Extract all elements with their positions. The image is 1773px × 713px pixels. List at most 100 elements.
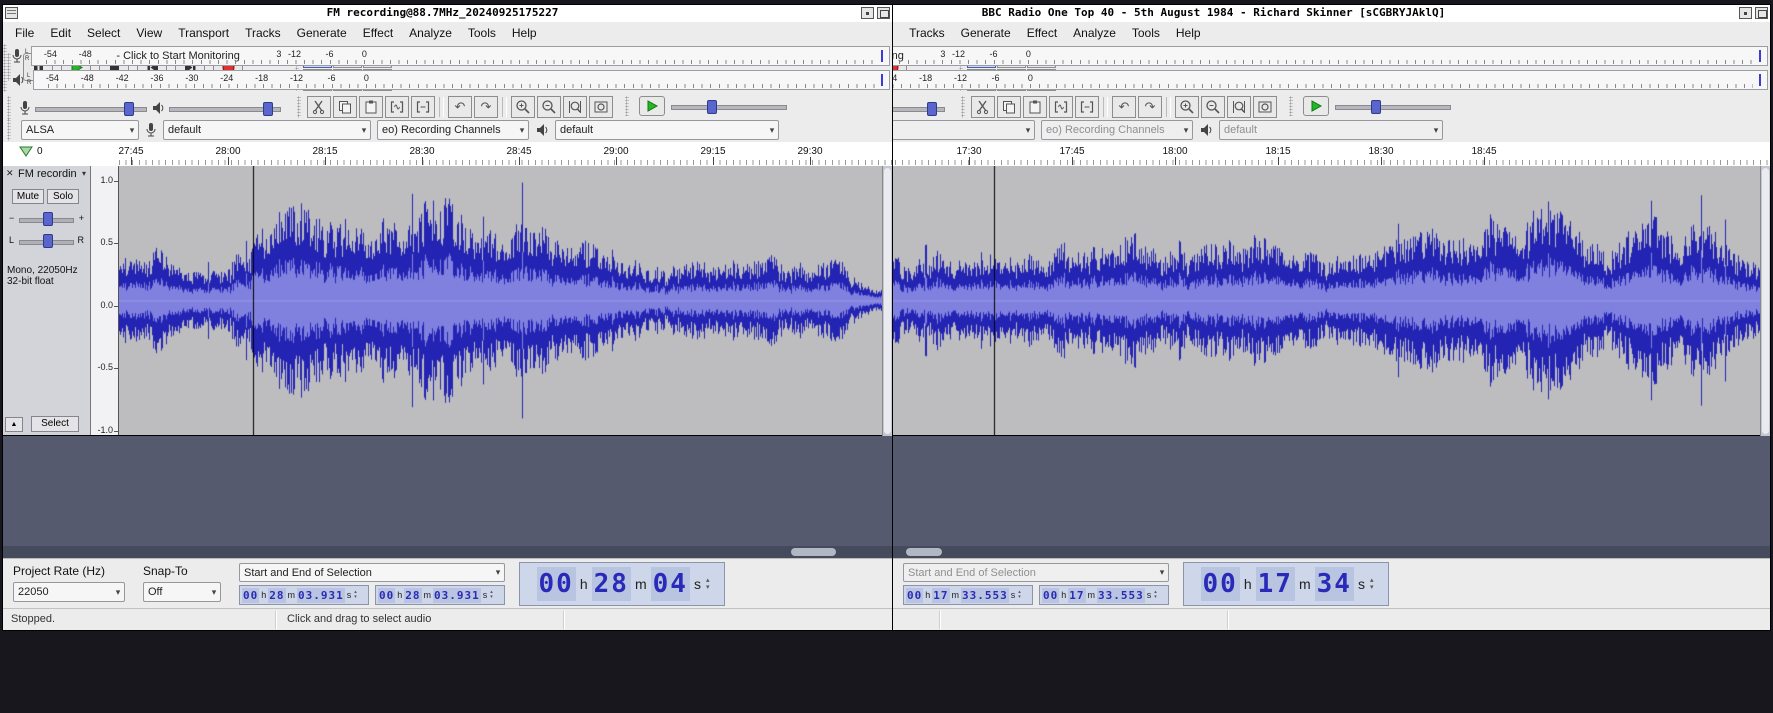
menu-effect[interactable]: Effect [355,26,401,40]
hours-value[interactable]: 00 [378,587,396,603]
play-speed-slider[interactable] [1335,99,1451,114]
seconds-value[interactable]: 33.553 [1097,587,1145,603]
slider-thumb[interactable] [927,102,937,116]
slider-thumb[interactable] [707,100,717,114]
zoom-fit-button[interactable] [589,96,613,118]
slider-thumb[interactable] [42,212,53,226]
gain-slider[interactable]: − + [9,211,84,227]
vertical-ruler[interactable]: 1.0 0.5 0.0 -0.5 -1.0 [91,166,119,435]
recording-meter[interactable]: LR - Click to Start Monitoring -54 -48 3 -12… [3,44,890,68]
timeline-pin-icon[interactable] [19,146,33,157]
menu-edit[interactable]: Edit [42,26,79,40]
menu-generate[interactable]: Generate [289,26,355,40]
toolbar-grip[interactable] [7,119,11,141]
minutes-value[interactable]: 17 [1068,587,1086,603]
menu-tracks[interactable]: Tracks [901,26,953,40]
menu-tracks[interactable]: Tracks [237,26,289,40]
horizontal-scrollbar[interactable] [3,546,892,558]
playback-device-select[interactable]: default ▾ [555,120,779,140]
vertical-scrollbar-thumb[interactable] [884,168,891,434]
hours-value[interactable]: 00 [906,587,924,603]
solo-button[interactable]: Solo [47,189,79,204]
time-spinner[interactable]: ▴ ▾ [706,577,710,591]
zoom-fit-button[interactable] [1253,96,1277,118]
time-spinner[interactable]: ▴ ▾ [1154,590,1157,600]
selection-end-time[interactable]: 00 h 17 m 33.553 s ▴ ▾ [1039,585,1169,605]
redo-button[interactable]: ↷ [1138,96,1162,118]
time-spinner[interactable]: ▴ ▾ [1018,590,1021,600]
menu-analyze[interactable]: Analyze [1065,26,1124,40]
timeline-ruler[interactable]: 0 27:45 28:00 28:15 28:30 28:45 29:00 29:15 29:… [3,142,892,167]
zoom-selection-button[interactable] [1227,96,1251,118]
zoom-out-button[interactable] [1201,96,1225,118]
menu-generate[interactable]: Generate [953,26,1019,40]
playback-volume-slider[interactable] [169,101,281,116]
hours-value[interactable]: 00 [536,567,576,601]
menu-help[interactable]: Help [504,26,545,40]
menu-select[interactable]: Select [79,26,128,40]
toolbar-grip[interactable] [625,96,629,116]
zoom-out-button[interactable] [537,96,561,118]
window-menu-button[interactable] [5,7,18,19]
snap-to-select[interactable]: Off▾ [143,582,221,602]
selection-start-time[interactable]: 00 h 17 m 33.553 s ▴ ▾ [903,585,1033,605]
pan-slider[interactable]: L R [9,233,84,249]
menu-tools[interactable]: Tools [460,26,504,40]
minimize-button[interactable] [1739,7,1752,19]
silence-button[interactable] [1075,96,1099,118]
selection-range-mode-select[interactable]: Start and End of Selection ▾ [239,563,505,582]
cut-button[interactable] [307,96,331,118]
paste-button[interactable] [1023,96,1047,118]
selection-start-time[interactable]: 00 h 28 m 03.931 s ▴ ▾ [239,585,369,605]
selection-end-time[interactable]: 00 h 28 m 03.931 s ▴ ▾ [375,585,505,605]
toolbar-grip[interactable] [7,96,11,120]
undo-button[interactable]: ↶ [448,96,472,118]
minimize-button[interactable] [861,7,874,19]
horizontal-scrollbar-thumb[interactable] [906,548,942,556]
menu-tools[interactable]: Tools [1124,26,1168,40]
title-bar[interactable]: FM recording@88.7MHz_20240925175227 [3,5,892,23]
zoom-selection-button[interactable] [563,96,587,118]
minutes-value[interactable]: 28 [268,587,286,603]
toolbar-grip[interactable] [961,96,965,118]
hours-value[interactable]: 00 [1200,567,1240,601]
toolbar-grip[interactable] [297,96,301,118]
redo-button[interactable]: ↷ [474,96,498,118]
menu-help[interactable]: Help [1168,26,1209,40]
track-close-button[interactable]: ✕ [6,168,14,179]
slider-thumb[interactable] [1371,100,1381,114]
undo-button[interactable]: ↶ [1112,96,1136,118]
seconds-value[interactable]: 03.931 [433,587,481,603]
track-menu-arrow-icon[interactable]: ▾ [82,169,86,178]
time-spinner[interactable]: ▴ ▾ [354,590,357,600]
trim-button[interactable] [1049,96,1073,118]
seconds-value[interactable]: 34 [1314,567,1354,601]
hours-value[interactable]: 00 [1042,587,1060,603]
track-select-button[interactable]: Select [31,416,79,432]
vertical-scrollbar-thumb[interactable] [1762,168,1769,434]
waveform[interactable] [119,166,882,435]
playback-meter[interactable]: LR -54 -48 -42 -36 -30 -24 -18 -12 -6 0 [3,68,890,92]
project-rate-select[interactable]: 22050▾ [13,582,125,602]
slider-thumb[interactable] [263,102,273,116]
play-at-speed-button[interactable] [639,96,665,116]
recording-volume-slider[interactable] [35,101,147,116]
zoom-in-button[interactable] [1175,96,1199,118]
menu-effect[interactable]: Effect [1019,26,1065,40]
copy-button[interactable] [997,96,1021,118]
recording-channels-select[interactable]: eo) Recording Channels ▾ [1041,120,1193,140]
track-collapse-button[interactable]: ▲ [5,417,23,432]
slider-thumb[interactable] [42,234,53,248]
silence-button[interactable] [411,96,435,118]
menu-transport[interactable]: Transport [170,26,237,40]
time-spinner[interactable]: ▴ ▾ [490,590,493,600]
seconds-value[interactable]: 04 [650,567,690,601]
seconds-value[interactable]: 03.931 [297,587,345,603]
toolbar-grip[interactable] [1289,96,1293,116]
slider-thumb[interactable] [124,102,134,116]
menu-file[interactable]: File [7,26,42,40]
recording-device-select[interactable]: default▾ [163,120,371,140]
menu-view[interactable]: View [128,26,170,40]
recording-channels-select[interactable]: eo) Recording Channels ▾ [377,120,529,140]
mute-button[interactable]: Mute [12,189,44,204]
